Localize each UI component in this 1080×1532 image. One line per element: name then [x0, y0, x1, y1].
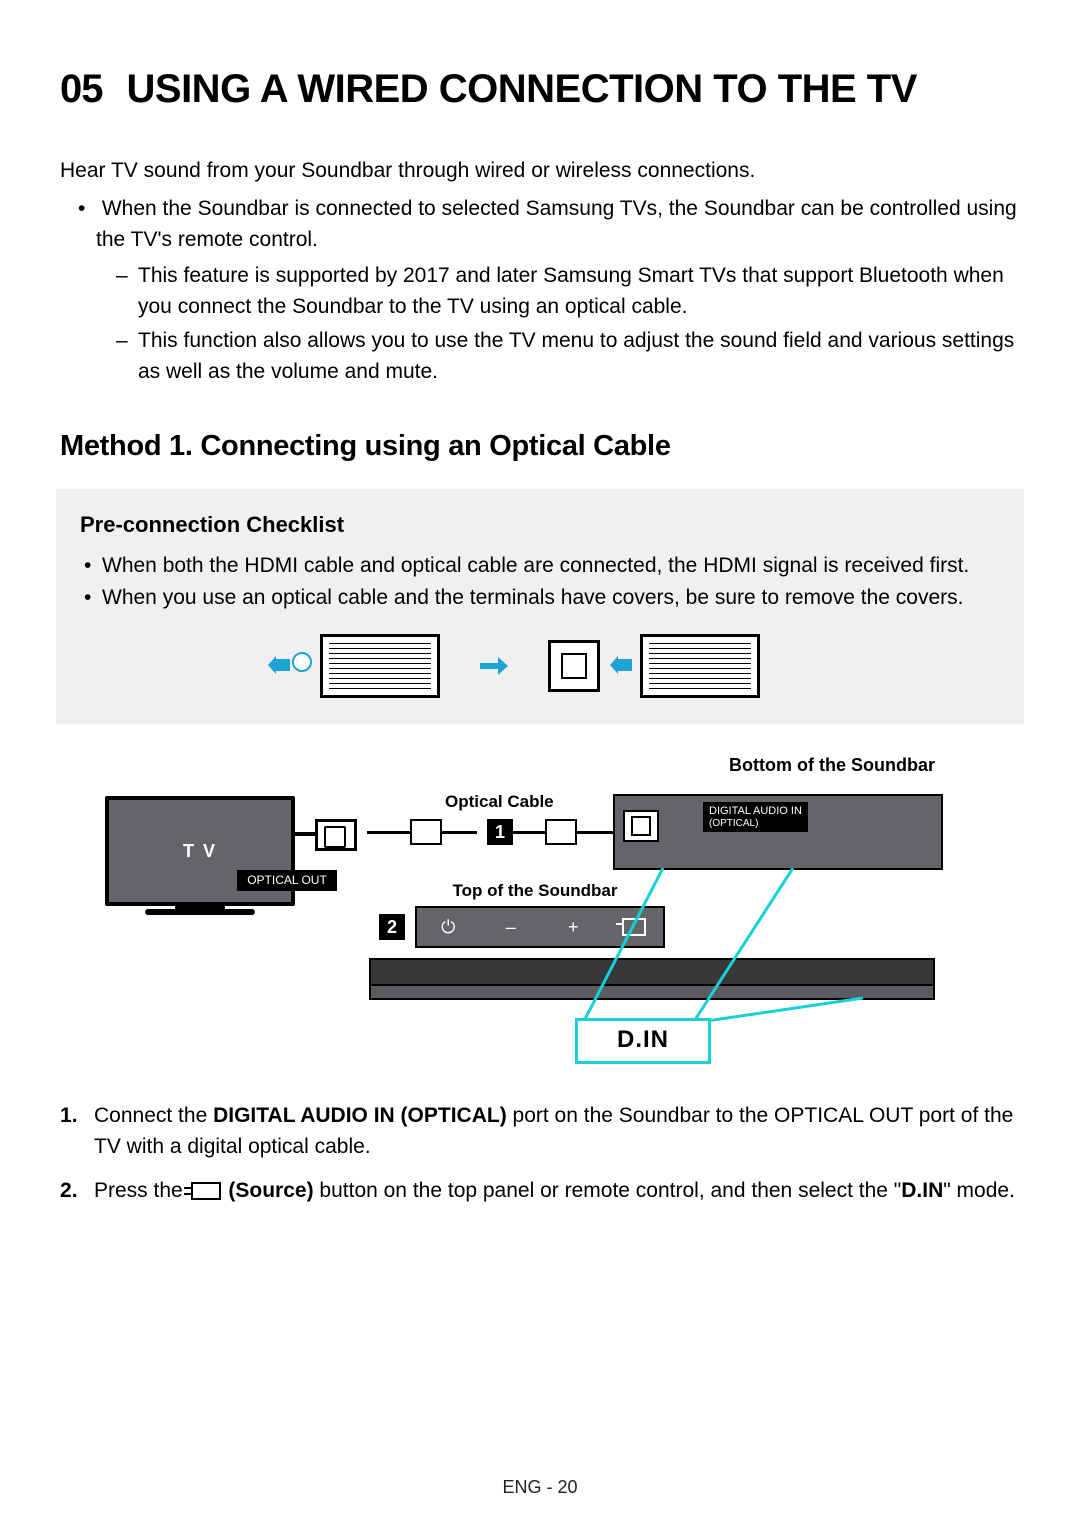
- volume-down-icon: –: [497, 914, 525, 940]
- optical-out-port-icon: [315, 819, 357, 851]
- arrow-right-icon: [480, 657, 508, 675]
- tv-stand-icon: [175, 905, 225, 911]
- connection-diagram: Bottom of the Soundbar T V OPTICAL OUT O…: [105, 752, 975, 1072]
- sub-item: This feature is supported by 2017 and la…: [138, 261, 1020, 322]
- tv-label: T V: [105, 838, 295, 864]
- cover-removal-illustration: [80, 634, 1000, 698]
- feature-text: When the Soundbar is connected to select…: [96, 197, 1017, 250]
- step-bold: D.IN: [901, 1179, 943, 1202]
- connector-with-cover-icon: [320, 634, 440, 698]
- method-heading: Method 1. Connecting using an Optical Ca…: [60, 425, 1020, 467]
- page-footer: ENG - 20: [0, 1474, 1080, 1500]
- step-badge-1: 1: [487, 819, 513, 845]
- page-title: 05 USING A WIRED CONNECTION TO THE TV: [60, 60, 1020, 118]
- step-text: Connect the: [94, 1104, 213, 1127]
- chapter-number: 05: [60, 60, 103, 118]
- soundbar-bottom-label: Bottom of the Soundbar: [729, 752, 935, 778]
- feature-item: When the Soundbar is connected to select…: [96, 194, 1020, 387]
- arrow-left-icon: [268, 656, 290, 674]
- instruction-list: Connect the DIGITAL AUDIO IN (OPTICAL) p…: [60, 1100, 1020, 1207]
- power-icon: ⏻: [434, 914, 462, 940]
- step-bold: DIGITAL AUDIO IN (OPTICAL): [213, 1104, 507, 1127]
- intro-text: Hear TV sound from your Soundbar through…: [60, 156, 1020, 186]
- digital-audio-in-port-icon: [623, 810, 659, 842]
- step-text: Press the: [94, 1179, 189, 1202]
- step-text: button on the top panel or remote contro…: [314, 1179, 902, 1202]
- connector-without-cover-icon: [640, 634, 760, 698]
- sub-item: This function also allows you to use the…: [138, 326, 1020, 387]
- arrow-left-icon: [610, 656, 632, 674]
- checklist-box: Pre-connection Checklist When both the H…: [56, 489, 1024, 724]
- step-bold: (Source): [228, 1179, 313, 1202]
- cable-plug-icon: [410, 819, 442, 845]
- din-display: D.IN: [575, 1018, 711, 1064]
- optical-out-label: OPTICAL OUT: [237, 870, 337, 891]
- feature-list: When the Soundbar is connected to select…: [60, 194, 1020, 387]
- digital-audio-in-label: DIGITAL AUDIO IN (OPTICAL): [703, 802, 808, 832]
- label-line: (OPTICAL): [709, 818, 758, 829]
- optical-cable-label: Optical Cable: [445, 790, 554, 815]
- checklist-item: When both the HDMI cable and optical cab…: [102, 551, 1000, 581]
- checklist-item: When you use an optical cable and the te…: [102, 583, 1000, 613]
- tv-port-connector-icon: [295, 832, 317, 836]
- feature-sublist: This feature is supported by 2017 and la…: [96, 261, 1020, 387]
- source-icon: [191, 1182, 221, 1200]
- cable-cap-icon: [292, 652, 312, 672]
- checklist-list: When both the HDMI cable and optical cab…: [80, 551, 1000, 614]
- step-text: " mode.: [943, 1179, 1015, 1202]
- instruction-step: Press the (Source) button on the top pan…: [60, 1175, 1020, 1207]
- cap-removed-icon: [548, 640, 600, 692]
- checklist-heading: Pre-connection Checklist: [80, 509, 1000, 541]
- instruction-step: Connect the DIGITAL AUDIO IN (OPTICAL) p…: [60, 1100, 1020, 1163]
- chapter-title: USING A WIRED CONNECTION TO THE TV: [127, 60, 917, 118]
- step-badge-2: 2: [379, 914, 405, 940]
- cable-plug-icon: [545, 819, 577, 845]
- label-line: DIGITAL AUDIO IN: [709, 805, 802, 817]
